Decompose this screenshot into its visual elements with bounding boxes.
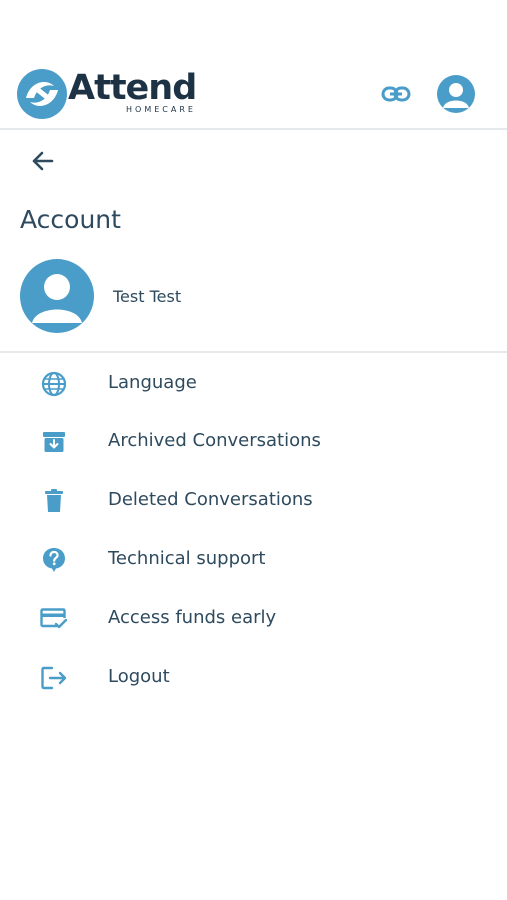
profile-avatar[interactable]	[20, 259, 94, 333]
trash-icon	[45, 489, 63, 512]
logout-icon	[41, 666, 67, 690]
globe-icon	[41, 371, 67, 397]
menu-item-technical-support[interactable]: Technical support	[0, 529, 507, 587]
header-avatar-button[interactable]	[437, 75, 475, 113]
menu-item-language[interactable]: Language	[0, 353, 507, 411]
brand-mark-icon	[17, 69, 67, 119]
page-title: Account	[20, 205, 121, 234]
menu-item-archived-conversations[interactable]: Archived Conversations	[0, 411, 507, 469]
menu-item-deleted-conversations[interactable]: Deleted Conversations	[0, 470, 507, 528]
app-header: Attend HOMECARE	[0, 0, 507, 130]
menu-item-label: Logout	[108, 666, 170, 687]
link-button[interactable]	[380, 80, 412, 108]
back-button[interactable]	[26, 145, 58, 177]
brand-subtitle: HOMECARE	[126, 105, 196, 114]
link-icon	[381, 86, 411, 102]
user-avatar-icon	[443, 83, 469, 108]
archive-icon	[43, 432, 65, 452]
help-icon	[43, 548, 65, 572]
user-avatar-icon	[32, 274, 82, 323]
menu-item-label: Language	[108, 372, 197, 393]
menu-item-label: Technical support	[108, 548, 266, 569]
menu-item-label: Archived Conversations	[108, 430, 321, 451]
menu-item-access-funds-early[interactable]: Access funds early	[0, 588, 507, 646]
card-check-icon	[40, 608, 68, 629]
arrow-left-icon	[32, 151, 54, 171]
menu-item-label: Access funds early	[108, 607, 277, 628]
menu-item-logout[interactable]: Logout	[0, 647, 507, 705]
brand-name: Attend	[68, 68, 197, 108]
menu-item-label: Deleted Conversations	[108, 489, 313, 510]
brand-logo[interactable]: Attend HOMECARE	[16, 68, 197, 120]
profile-name: Test Test	[113, 287, 182, 306]
